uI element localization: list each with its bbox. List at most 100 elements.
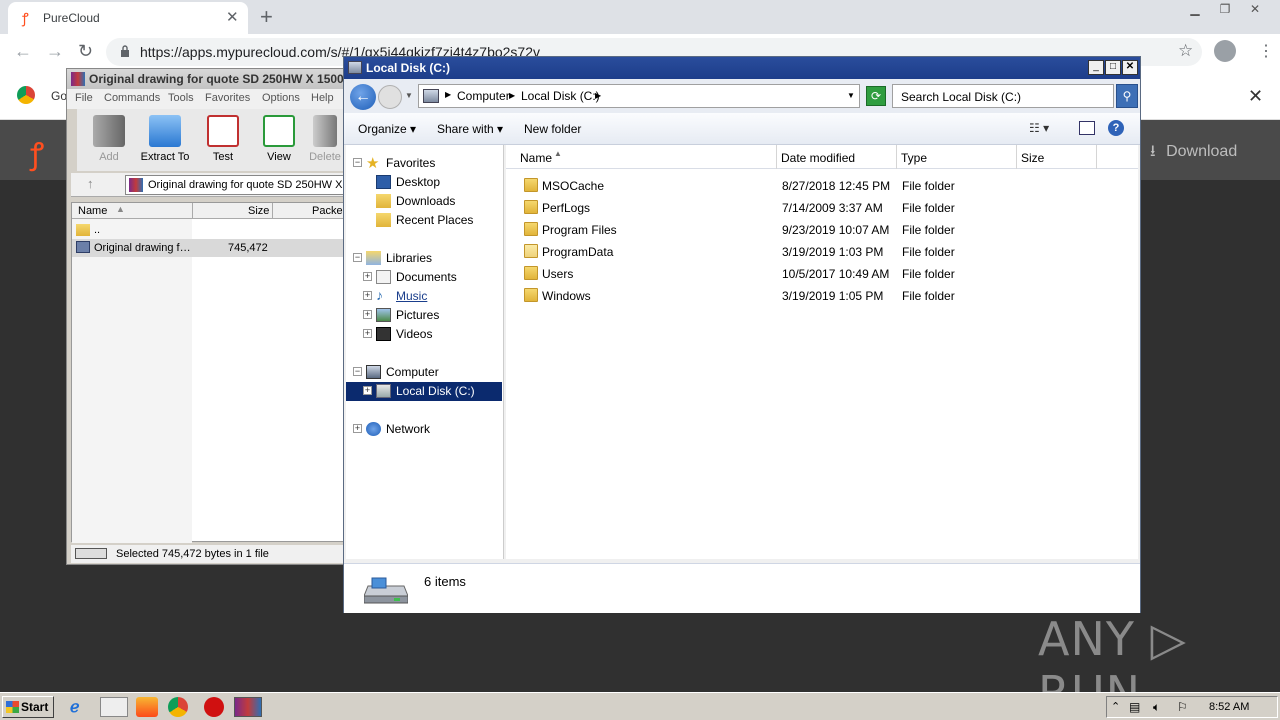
menu-favorites[interactable]: Favorites <box>205 92 250 104</box>
nav-computer[interactable]: − Computer <box>346 363 502 382</box>
expand-icon[interactable]: + <box>363 329 372 338</box>
start-button[interactable]: Start <box>2 696 54 718</box>
expand-icon[interactable]: + <box>363 386 372 395</box>
new-folder-button[interactable]: New folder <box>524 122 581 136</box>
col-name[interactable]: Name <box>78 205 107 217</box>
explorer-titlebar[interactable]: Local Disk (C:) _ □ ✕ <box>344 57 1140 79</box>
col-date-modified[interactable]: Date modified <box>781 151 855 165</box>
expand-icon[interactable]: + <box>353 424 362 433</box>
preview-pane-icon[interactable] <box>1079 121 1095 135</box>
chevron-icon[interactable]: ▶ <box>445 90 451 99</box>
nav-pictures[interactable]: + Pictures <box>346 306 502 325</box>
menu-kebab-icon[interactable]: ⋮ <box>1258 41 1274 61</box>
table-row[interactable]: Program Files 9/23/2019 10:07 AM File fo… <box>506 219 1138 241</box>
col-divider[interactable] <box>1016 145 1017 169</box>
chevron-icon[interactable]: ▶ <box>595 91 601 100</box>
download-button[interactable]: ⭳ Download <box>1150 140 1237 167</box>
winrar-path-field[interactable]: Original drawing for quote SD 250HW X 1 <box>125 175 347 195</box>
minimize-icon[interactable]: _ <box>1088 60 1104 75</box>
close-icon[interactable]: ✕ <box>1242 0 1268 18</box>
nav-documents[interactable]: + Documents <box>346 268 502 287</box>
reload-icon[interactable]: ↻ <box>78 41 93 62</box>
ie-icon[interactable]: ℯ <box>70 697 92 717</box>
add-button[interactable]: Add <box>83 115 135 163</box>
col-size[interactable]: Size <box>248 205 269 217</box>
tray-expand-icon[interactable]: ⌃ <box>1111 700 1120 713</box>
up-arrow-icon[interactable]: ↑ <box>87 176 94 191</box>
organize-button[interactable]: Organize ▾ <box>358 122 416 136</box>
nav-local-disk[interactable]: + Local Disk (C:) <box>346 382 502 401</box>
view-options-icon[interactable]: ☷ ▾ <box>1029 121 1049 135</box>
view-button[interactable]: View <box>253 115 305 163</box>
minimize-icon[interactable]: ▁ <box>1182 0 1208 18</box>
action-center-flag-icon[interactable]: ⚐ <box>1177 700 1188 714</box>
table-row[interactable]: ProgramData 3/19/2019 1:03 PM File folde… <box>506 241 1138 263</box>
forward-arrow-icon[interactable]: → <box>46 41 64 62</box>
browser-tab[interactable]: ꝭ PureCloud ✕ <box>8 2 248 34</box>
nav-libraries[interactable]: − Libraries <box>346 249 502 268</box>
network-tray-icon[interactable]: ▤ <box>1129 700 1140 714</box>
opera-icon[interactable] <box>204 697 224 717</box>
nav-downloads[interactable]: Downloads <box>346 192 502 211</box>
media-player-icon[interactable] <box>136 697 158 717</box>
test-button[interactable]: Test <box>197 115 249 163</box>
col-divider[interactable] <box>776 145 777 169</box>
col-name[interactable]: Name <box>520 151 552 165</box>
nav-videos[interactable]: + Videos <box>346 325 502 344</box>
volume-icon[interactable]: 🔈︎ <box>1153 700 1160 715</box>
chrome-icon[interactable] <box>168 697 188 717</box>
menu-file[interactable]: File <box>75 92 93 104</box>
clock[interactable]: 8:52 AM <box>1209 701 1249 713</box>
explorer-taskbar-icon[interactable] <box>100 697 128 717</box>
col-divider[interactable] <box>1096 145 1097 169</box>
table-row[interactable]: Windows 3/19/2019 1:05 PM File folder <box>506 285 1138 307</box>
info-bar-close-icon[interactable]: ✕ <box>1248 86 1263 107</box>
menu-commands[interactable]: Commands <box>104 92 160 104</box>
delete-button[interactable]: Delete <box>305 115 345 163</box>
collapse-icon[interactable]: − <box>353 158 362 167</box>
nav-desktop[interactable]: Desktop <box>346 173 502 192</box>
nav-favorites[interactable]: − ★ Favorites <box>346 154 502 173</box>
new-tab-button[interactable]: + <box>260 4 273 30</box>
address-breadcrumb[interactable]: ▶ Computer ▶ Local Disk (C:) ▶ ▼ <box>418 84 860 108</box>
expand-icon[interactable]: + <box>363 272 372 281</box>
nav-network[interactable]: + Network <box>346 420 502 439</box>
recent-pages-chevron-icon[interactable]: ▼ <box>405 91 413 100</box>
table-row[interactable]: Original drawing f… 745,472 <box>72 239 348 257</box>
col-divider[interactable] <box>896 145 897 169</box>
col-type[interactable]: Type <box>901 151 927 165</box>
search-icon[interactable]: ⚲ <box>1116 84 1138 108</box>
back-arrow-icon[interactable]: ← <box>350 84 376 110</box>
bookmark-star-icon[interactable]: ☆ <box>1178 41 1193 61</box>
table-row[interactable]: Users 10/5/2017 10:49 AM File folder <box>506 263 1138 285</box>
menu-help[interactable]: Help <box>311 92 334 104</box>
close-icon[interactable]: ✕ <box>1122 60 1138 75</box>
refresh-icon[interactable]: ⟳ <box>866 86 886 106</box>
table-row[interactable]: .. <box>72 222 348 240</box>
table-row[interactable]: MSOCache 8/27/2018 12:45 PM File folder <box>506 175 1138 197</box>
expand-icon[interactable]: + <box>363 291 372 300</box>
chevron-icon[interactable]: ▶ <box>509 91 515 100</box>
breadcrumb-computer[interactable]: Computer <box>457 89 510 103</box>
help-icon[interactable]: ? <box>1108 120 1124 136</box>
share-with-button[interactable]: Share with ▾ <box>437 122 503 136</box>
winrar-titlebar[interactable]: Original drawing for quote SD 250HW X 15… <box>67 69 347 89</box>
forward-arrow-icon[interactable] <box>378 85 402 109</box>
tab-close-icon[interactable]: ✕ <box>226 8 239 26</box>
nav-music[interactable]: + ♪ Music <box>346 287 502 306</box>
breadcrumb-local-disk[interactable]: Local Disk (C:) <box>521 89 600 103</box>
back-arrow-icon[interactable]: ← <box>14 41 32 62</box>
collapse-icon[interactable]: − <box>353 253 362 262</box>
maximize-icon[interactable]: □ <box>1105 60 1121 75</box>
expand-icon[interactable]: + <box>363 310 372 319</box>
menu-tools[interactable]: Tools <box>168 92 194 104</box>
search-input[interactable]: Search Local Disk (C:) <box>892 84 1114 108</box>
profile-avatar-icon[interactable] <box>1214 40 1236 62</box>
extract-to-button[interactable]: Extract To <box>139 115 191 163</box>
table-row[interactable]: PerfLogs 7/14/2009 3:37 AM File folder <box>506 197 1138 219</box>
menu-options[interactable]: Options <box>262 92 300 104</box>
winrar-taskbar-icon[interactable] <box>234 697 262 717</box>
col-size[interactable]: Size <box>1021 151 1044 165</box>
nav-recent-places[interactable]: Recent Places <box>346 211 502 230</box>
restore-icon[interactable]: ❐ <box>1212 0 1238 18</box>
